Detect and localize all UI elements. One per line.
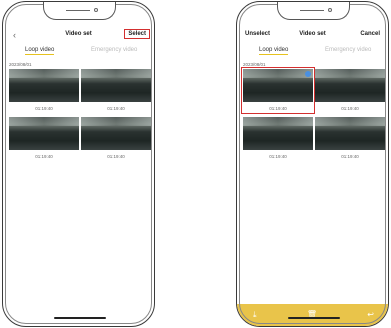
phone-notch [43, 2, 116, 20]
return-icon[interactable]: ↩ [367, 310, 374, 320]
tab-loop-video[interactable]: Loop video [25, 47, 55, 55]
video-item[interactable]: 01:19:40 [241, 67, 315, 114]
bottom-action-toolbar: ⤓ 🗑 ↩ [237, 304, 388, 326]
tab-emergency-video[interactable]: Emergency video [325, 47, 371, 53]
phone-frame-left: ‹ Video set Select Loop video Emergency … [2, 1, 155, 327]
home-indicator[interactable] [288, 317, 340, 319]
date-group-label: 2023/08/01 [9, 62, 32, 67]
speaker-grille [66, 10, 90, 11]
video-thumbnail[interactable] [9, 69, 79, 102]
date-group-label: 2023/08/01 [243, 62, 266, 67]
video-thumbnail[interactable] [243, 117, 313, 150]
video-timestamp: 01:19:40 [35, 154, 53, 159]
video-item[interactable]: 01:19:40 [9, 117, 79, 160]
video-item[interactable]: 01:19:40 [315, 69, 385, 112]
phone-frame-right: Unselect Video set Cancel Loop video Eme… [236, 1, 389, 327]
nav-bar: ‹ Video set Select [3, 29, 154, 43]
phone-notch [277, 2, 350, 20]
video-item[interactable]: 01:19:40 [243, 117, 313, 160]
home-indicator[interactable] [54, 317, 106, 319]
video-thumbnail[interactable] [9, 117, 79, 150]
video-tabs: Loop video Emergency video [237, 47, 388, 59]
video-thumbnail[interactable] [81, 69, 151, 102]
video-thumbnail[interactable] [243, 69, 313, 102]
video-thumbnail[interactable] [81, 117, 151, 150]
select-button[interactable]: Select [124, 29, 150, 39]
video-timestamp: 01:19:40 [107, 154, 125, 159]
video-timestamp: 01:19:40 [269, 106, 287, 111]
video-thumbnail[interactable] [315, 117, 385, 150]
download-icon[interactable]: ⤓ [253, 310, 257, 320]
selected-check-icon[interactable] [305, 71, 311, 77]
nav-bar: Unselect Video set Cancel [237, 29, 388, 43]
video-item[interactable]: 01:19:40 [315, 117, 385, 160]
tab-emergency-video[interactable]: Emergency video [91, 47, 137, 53]
video-timestamp: 01:19:40 [269, 154, 287, 159]
video-thumbnail[interactable] [315, 69, 385, 102]
video-timestamp: 01:19:40 [35, 106, 53, 111]
video-item[interactable]: 01:19:40 [81, 117, 151, 160]
video-tabs: Loop video Emergency video [3, 47, 154, 59]
video-item[interactable]: 01:19:40 [9, 69, 79, 112]
front-camera [328, 8, 332, 12]
video-timestamp: 01:19:40 [341, 106, 359, 111]
speaker-grille [300, 10, 324, 11]
cancel-button[interactable]: Cancel [360, 31, 380, 37]
tab-loop-video[interactable]: Loop video [259, 47, 289, 55]
video-timestamp: 01:19:40 [341, 154, 359, 159]
front-camera [94, 8, 98, 12]
video-timestamp: 01:19:40 [107, 106, 125, 111]
video-item[interactable]: 01:19:40 [81, 69, 151, 112]
